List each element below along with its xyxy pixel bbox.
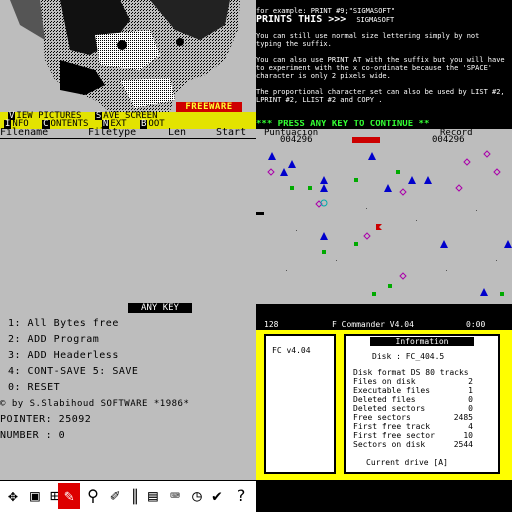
number-readout: NUMBER : 0 — [0, 430, 66, 441]
save-disk-icon[interactable]: ▣ — [24, 483, 46, 509]
deleted-sectors: Deleted sectors 0 — [353, 404, 473, 413]
left-file-panel[interactable]: FC v4.04 — [264, 334, 336, 474]
enemy-formation — [352, 137, 380, 143]
column-filetype: Filetype — [88, 127, 137, 138]
brush-icon[interactable]: ✐ — [104, 483, 126, 509]
option-cont-save[interactable]: 4: CONT-SAVE 5: SAVE — [8, 366, 138, 378]
paragraph-1: You can still use normal size lettering … — [256, 32, 480, 48]
game-playfield — [256, 137, 512, 296]
title-bar: 128 F Commander V4.04 0:00 — [256, 320, 512, 330]
sigmasoft-text-panel: for example: PRINT #9;"SIGMASOFT" PRINTS… — [256, 0, 512, 128]
blue-ships — [268, 152, 512, 296]
game-panel: *** PRESS ANY KEY TO CONTINUE ** Puntuac… — [256, 120, 512, 304]
pointer-readout: POINTER: 25092 — [0, 414, 92, 425]
purple-diamonds — [267, 150, 501, 280]
column-filename: Filename — [0, 127, 49, 138]
first-free-sector: First free sector 10 — [353, 431, 473, 440]
left-panel-label: FC v4.04 — [272, 346, 311, 355]
prints-this-label: PRINTS THIS >>> — [256, 14, 347, 25]
option-add-headerless[interactable]: 3: ADD Headerless — [8, 350, 119, 362]
free-sectors: Free sectors 2485 — [353, 413, 473, 422]
disk-label: Disk : FC_404.5 — [372, 352, 445, 361]
star-field — [286, 208, 497, 271]
player-cursor — [256, 212, 264, 215]
sample-output: SIGMASOFT — [356, 16, 395, 24]
paragraph-2: You can also use PRINT AT with the suffi… — [256, 56, 505, 80]
deleted-files: Deleted files 0 — [353, 395, 473, 404]
sectors-on-disk: Sectors on disk 2544 — [353, 440, 473, 449]
prints-this-line: PRINTS THIS >>> SIGMASOFT — [256, 15, 394, 25]
file-list-header: Filename Filetype Len Start — [0, 128, 256, 139]
first-free-track: First free track 4 — [353, 422, 473, 431]
files-on-disk: Files on disk 2 — [353, 377, 473, 386]
disk-icon[interactable]: ▤ — [142, 483, 164, 509]
column-len: Len — [168, 127, 187, 138]
option-add-program[interactable]: 2: ADD Program — [8, 334, 99, 346]
freeware-label: FREEWARE — [176, 102, 242, 112]
paragraph-3: The proportional character set can also … — [256, 88, 505, 104]
computer-icon[interactable]: ⌨ — [164, 483, 186, 509]
top-border — [256, 304, 512, 320]
screenshot-mosaic: FREEWARE V IEW PICTURES S AVE SCREEN I NFO … — [0, 0, 512, 512]
clock: 0:00 — [466, 320, 486, 329]
current-drive: Current drive [A] — [366, 458, 448, 467]
question-icon[interactable]: ? — [230, 483, 252, 509]
check-icon[interactable]: ✔ — [206, 483, 228, 509]
red-enemy — [376, 224, 382, 230]
player-ship — [320, 199, 328, 207]
disk-format: Disk format DS 80 tracks — [353, 368, 469, 377]
pen-active-icon[interactable]: ✎ — [58, 483, 80, 509]
information-dialog: Information Disk : FC_404.5 Disk format … — [344, 334, 500, 474]
column-start: Start — [216, 127, 247, 138]
dog-picture — [0, 0, 256, 112]
arrows-icon[interactable]: ✥ — [2, 483, 24, 509]
option-reset[interactable]: 0: RESET — [8, 382, 60, 394]
option-all-bytes-free[interactable]: 1: All Bytes free — [8, 318, 119, 330]
dog-illustration — [10, 0, 240, 112]
app-title: F Commander V4.04 — [332, 320, 414, 329]
commander-toolbar: ✥ ▣ ⊞ ✎ ⚲ ✐ ∥ ▤ ⌨ ◷ ✔ ? — [0, 480, 256, 512]
picture-viewer-panel: FREEWARE V IEW PICTURES S AVE SCREEN I NFO … — [0, 0, 256, 256]
clock-icon[interactable]: ◷ — [186, 483, 208, 509]
information-title: Information — [370, 337, 474, 346]
search-icon[interactable]: ⚲ — [82, 483, 104, 509]
memory-label: 128 — [264, 320, 279, 329]
executable-files: Executable files 1 — [353, 386, 473, 395]
copyright-line: © by S.Slabihoud SOFTWARE *1986* — [0, 399, 190, 409]
any-key-prompt: ANY KEY — [128, 303, 192, 313]
